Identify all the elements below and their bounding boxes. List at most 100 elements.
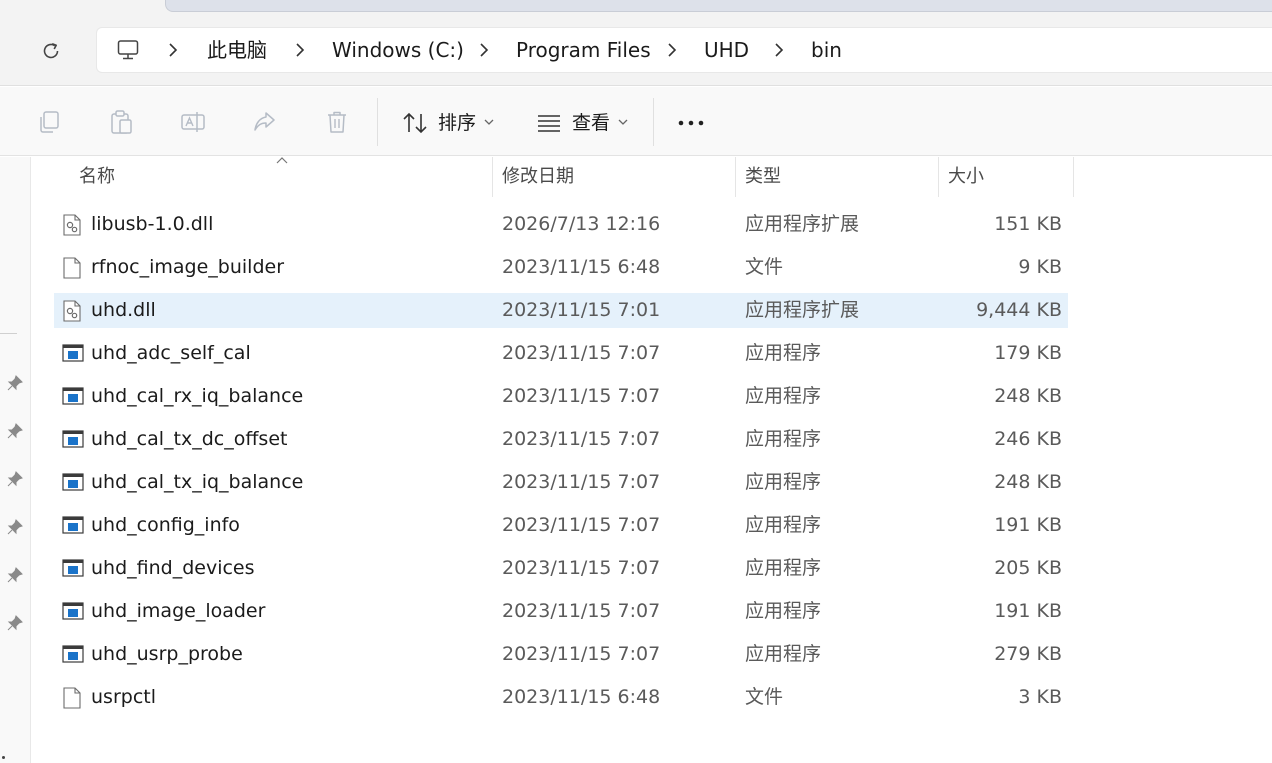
file-size: 248 KB: [994, 385, 1062, 407]
column-divider[interactable]: [492, 157, 493, 197]
sort-button[interactable]: 排序: [438, 111, 476, 135]
file-modified-date: 2023/11/15 6:48: [502, 256, 661, 278]
chevron-down-icon[interactable]: [483, 118, 495, 126]
file-row[interactable]: uhd.dll 2023/11/15 7:01 应用程序扩展 9,444 KB: [54, 293, 1068, 328]
file-row[interactable]: uhd_cal_tx_iq_balance 2023/11/15 7:07 应用程序…: [54, 465, 1068, 500]
chevron-right-icon[interactable]: [166, 41, 180, 59]
trash-icon: [328, 111, 346, 133]
file-name: uhd_image_loader: [91, 600, 266, 622]
file-type: 应用程序: [745, 342, 822, 364]
chevron-right-icon[interactable]: [293, 41, 307, 59]
rename-button[interactable]: [178, 106, 208, 138]
column-header-name[interactable]: 名称: [79, 166, 115, 188]
paste-button[interactable]: [106, 106, 136, 138]
file-name: uhd_find_devices: [91, 557, 255, 579]
file-modified-date: 2026/7/13 12:16: [502, 213, 661, 235]
exe-file-icon: [62, 429, 84, 451]
pin-icon[interactable]: [6, 566, 24, 584]
file-row[interactable]: usrpctl 2023/11/15 6:48 文件 3 KB: [54, 680, 1068, 715]
breadcrumb-uhd[interactable]: UHD: [704, 38, 749, 62]
refresh-button[interactable]: [32, 34, 70, 68]
file-name: uhd_adc_self_cal: [91, 342, 251, 364]
file-size: 9,444 KB: [976, 299, 1062, 321]
column-divider[interactable]: [735, 157, 736, 197]
file-name: libusb-1.0.dll: [91, 213, 214, 235]
breadcrumb-bin[interactable]: bin: [811, 38, 842, 62]
column-divider[interactable]: [1073, 157, 1074, 197]
file-row[interactable]: uhd_adc_self_cal 2023/11/15 7:07 应用程序 179 K…: [54, 336, 1068, 371]
file-name: uhd_cal_tx_iq_balance: [91, 471, 304, 493]
file-name: uhd_config_info: [91, 514, 240, 536]
delete-button[interactable]: [322, 106, 352, 138]
file-row[interactable]: rfnoc_image_builder 2023/11/15 6:48 文件 9 KB: [54, 250, 1068, 285]
file-size: 246 KB: [994, 428, 1062, 450]
exe-file-icon: [62, 558, 84, 580]
file-type: 应用程序: [745, 557, 822, 579]
chevron-down-icon[interactable]: [617, 118, 629, 126]
file-row[interactable]: uhd_find_devices 2023/11/15 7:07 应用程序 205 K…: [54, 551, 1068, 586]
file-name: uhd_usrp_probe: [91, 643, 243, 665]
copy-icon: [40, 111, 59, 133]
column-header-type[interactable]: 类型: [745, 166, 781, 188]
nav-divider: [0, 333, 17, 334]
copy-button[interactable]: [34, 106, 64, 138]
view-icon[interactable]: [536, 112, 562, 134]
column-header-date[interactable]: 修改日期: [502, 166, 574, 188]
file-modified-date: 2023/11/15 7:07: [502, 471, 661, 493]
file-size: 9 KB: [1018, 256, 1062, 278]
exe-file-icon: [62, 472, 84, 494]
file-name: usrpctl: [91, 686, 156, 708]
nav-dot: [2, 756, 5, 759]
file-row[interactable]: libusb-1.0.dll 2026/7/13 12:16 应用程序扩展 151 K…: [54, 207, 1068, 242]
file-type: 文件: [745, 686, 784, 708]
dll-file-icon: [62, 214, 82, 236]
file-size: 191 KB: [994, 514, 1062, 536]
file-size: 248 KB: [994, 471, 1062, 493]
pin-icon[interactable]: [6, 422, 24, 440]
breadcrumb-program-files[interactable]: Program Files: [516, 38, 651, 62]
file-size: 151 KB: [994, 213, 1062, 235]
generic-file-icon: [62, 257, 82, 279]
file-modified-date: 2023/11/15 7:07: [502, 342, 661, 364]
file-type: 文件: [745, 256, 784, 278]
rename-icon: [181, 112, 205, 132]
file-row[interactable]: uhd_usrp_probe 2023/11/15 7:07 应用程序 279 KB: [54, 637, 1068, 672]
sort-ascending-icon: [276, 157, 288, 164]
pin-icon[interactable]: [6, 518, 24, 536]
pin-icon[interactable]: [6, 374, 24, 392]
pin-icon[interactable]: [6, 470, 24, 488]
chevron-right-icon[interactable]: [772, 41, 786, 59]
file-row[interactable]: uhd_cal_rx_iq_balance 2023/11/15 7:07 应用程序…: [54, 379, 1068, 414]
file-name: rfnoc_image_builder: [91, 256, 285, 278]
address-bar[interactable]: [96, 27, 1272, 73]
file-name: uhd_cal_tx_dc_offset: [91, 428, 288, 450]
dll-file-icon: [62, 300, 82, 322]
file-size: 279 KB: [994, 643, 1062, 665]
more-options-icon[interactable]: [676, 118, 706, 128]
file-type: 应用程序: [745, 385, 822, 407]
chevron-right-icon[interactable]: [665, 41, 679, 59]
file-row[interactable]: uhd_config_info 2023/11/15 7:07 应用程序 191 KB: [54, 508, 1068, 543]
file-size: 191 KB: [994, 600, 1062, 622]
file-modified-date: 2023/11/15 7:07: [502, 643, 661, 665]
breadcrumb-drive-c[interactable]: Windows (C:): [332, 38, 464, 62]
this-pc-icon[interactable]: [116, 38, 140, 62]
chevron-right-icon[interactable]: [477, 41, 491, 59]
file-type: 应用程序: [745, 514, 822, 536]
column-header-size[interactable]: 大小: [948, 166, 984, 188]
breadcrumb-this-pc[interactable]: 此电脑: [207, 38, 267, 62]
file-type: 应用程序扩展: [745, 213, 860, 235]
column-divider[interactable]: [938, 157, 939, 197]
exe-file-icon: [62, 515, 84, 537]
sort-icon[interactable]: [401, 110, 429, 136]
file-modified-date: 2023/11/15 7:07: [502, 428, 661, 450]
share-button[interactable]: [250, 106, 280, 138]
exe-file-icon: [62, 644, 84, 666]
file-row[interactable]: uhd_cal_tx_dc_offset 2023/11/15 7:07 应用程序 2…: [54, 422, 1068, 457]
pin-icon[interactable]: [6, 614, 24, 632]
exe-file-icon: [62, 601, 84, 623]
file-row[interactable]: uhd_image_loader 2023/11/15 7:07 应用程序 191 K…: [54, 594, 1068, 629]
file-size: 3 KB: [1018, 686, 1062, 708]
file-modified-date: 2023/11/15 7:07: [502, 600, 661, 622]
view-button[interactable]: 查看: [572, 111, 610, 135]
